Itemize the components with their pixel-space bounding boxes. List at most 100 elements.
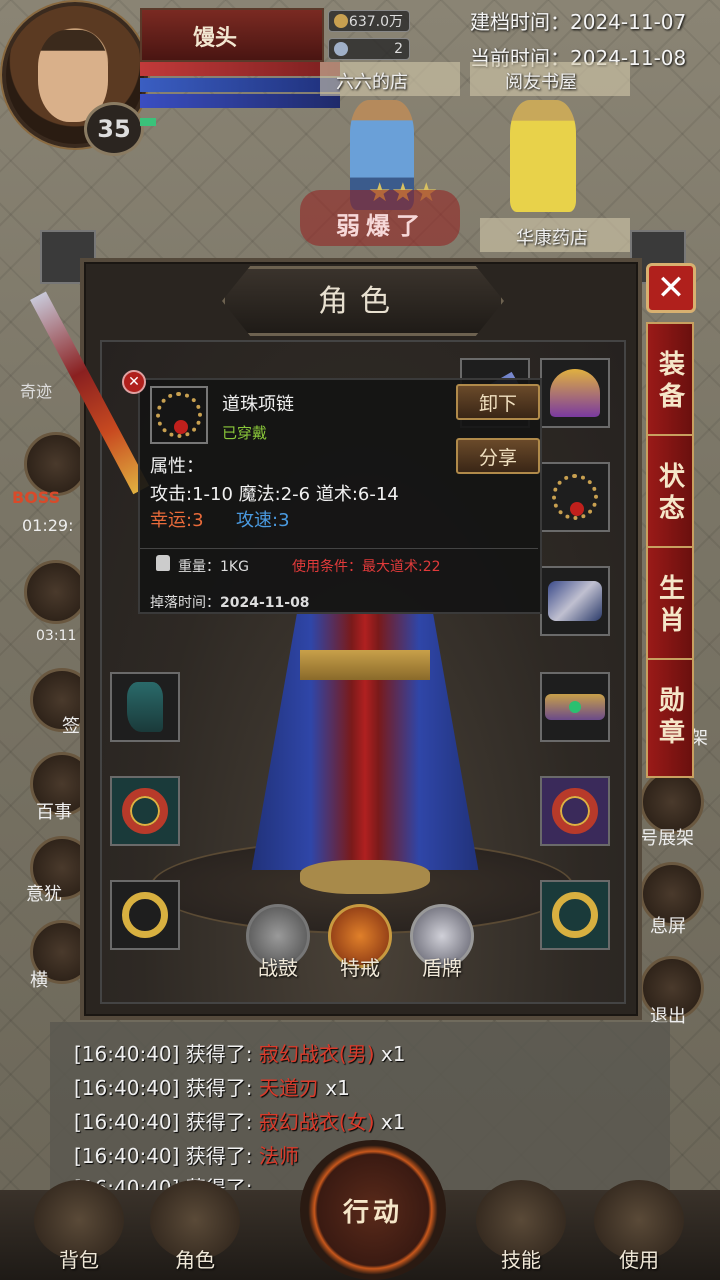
shop1-label: 六六的店 <box>336 72 408 93</box>
extra-label: 意犹 <box>26 884 62 905</box>
display-rack-label: 号展架 <box>640 828 694 849</box>
boss-timer: 01:29: <box>22 516 74 535</box>
slot-necklace[interactable] <box>540 462 610 532</box>
slot-belt[interactable] <box>540 672 610 742</box>
slot-special-ring-left[interactable] <box>110 880 180 950</box>
tab-status[interactable]: 状态 <box>646 434 694 554</box>
shop2-label: 阅友书屋 <box>505 72 577 93</box>
slot-helmet[interactable] <box>540 358 610 428</box>
ring-icon <box>552 788 598 834</box>
belt-icon <box>545 694 605 720</box>
drop-time: 掉落时间：2024-11-08 <box>150 592 310 612</box>
log-line: [16:40:40] 获得了: 寂幻战衣(女) x1 <box>74 1106 405 1135</box>
mp-bar <box>140 78 340 92</box>
tab-zodiac[interactable]: 生肖 <box>646 546 694 666</box>
special-ring-label: 特戒 <box>340 956 380 980</box>
unequip-button[interactable]: 卸下 <box>456 384 540 420</box>
war-drum-label: 战鼓 <box>258 956 298 980</box>
log-line: [16:40:40] 获得了: 天道刃 x1 <box>74 1072 350 1101</box>
npc-yellow[interactable] <box>510 100 576 212</box>
created-label: 建档时间： <box>470 10 570 34</box>
slot-ring-right[interactable] <box>540 776 610 846</box>
attr-header: 属性： <box>150 456 204 477</box>
tooltip-close-icon[interactable]: ✕ <box>122 370 146 394</box>
use-label: 使用 <box>619 1248 659 1272</box>
events-label: 百事 <box>36 802 72 823</box>
ring-icon <box>122 788 168 834</box>
shield-label: 盾牌 <box>422 956 462 980</box>
action-label: 行动 <box>342 1198 403 1228</box>
log-time: [16:40:40] <box>74 1110 180 1134</box>
equipped-status: 已穿戴 <box>222 424 268 442</box>
attr-line: 攻击:1-10 魔法:2-6 道术:6-14 <box>150 484 399 505</box>
drop-value: 2024-11-08 <box>220 595 310 611</box>
log-text: 获得了: <box>179 1110 259 1134</box>
coin-icon <box>334 14 348 28</box>
shop3-label: 华康药店 <box>516 228 588 249</box>
banner-text: 弱爆了 <box>336 212 426 240</box>
ingot-icon <box>334 42 348 56</box>
signin-label: 签 <box>62 716 80 737</box>
log-qty: x1 <box>374 1042 406 1066</box>
log-text: 获得了: <box>179 1144 259 1168</box>
slot-bracelet[interactable] <box>540 566 610 636</box>
panel-title: 角色 <box>318 284 402 319</box>
boots-icon <box>127 682 163 732</box>
slot-boots[interactable] <box>110 672 180 742</box>
necklace-icon <box>552 474 598 520</box>
log-item: 寂幻战衣(女) <box>258 1110 375 1134</box>
log-item: 寂幻战衣(男) <box>258 1042 375 1066</box>
created-value: 2024-11-07 <box>570 10 687 34</box>
log-line: [16:40:40] 获得了: 寂幻战衣(男) x1 <box>74 1038 405 1067</box>
belt-gem <box>569 701 581 713</box>
drop-label: 掉落时间： <box>150 595 220 611</box>
screen-off-label: 息屏 <box>650 916 686 937</box>
log-time: [16:40:40] <box>74 1076 180 1100</box>
slot-special-ring-right[interactable] <box>540 880 610 950</box>
log-time: [16:40:40] <box>74 1042 180 1066</box>
tab-equipment[interactable]: 装备 <box>646 322 694 442</box>
gem-value: 2 <box>394 41 403 57</box>
item-requirement: 使用条件：最大道术:22 <box>292 559 441 575</box>
slot-ring-left[interactable] <box>110 776 180 846</box>
close-button[interactable]: ✕ <box>646 263 696 313</box>
bracelet-icon <box>548 581 602 621</box>
event-timer: 03:11 <box>36 628 77 644</box>
necklace-gem <box>570 502 584 516</box>
player-name: 馒头 <box>192 26 237 51</box>
created-time: 建档时间：2024-11-07 <box>470 6 686 35</box>
log-text: 获得了: <box>179 1042 259 1066</box>
player-level: 35 <box>84 102 144 156</box>
necklace-icon <box>156 392 202 438</box>
gold-value: 637.0万 <box>348 14 403 30</box>
skill-label: 技能 <box>501 1248 541 1272</box>
item-weight: 重量：1KG <box>178 559 249 575</box>
log-qty: x1 <box>318 1076 350 1100</box>
log-line: [16:40:40] 获得了: 法师 <box>74 1140 299 1169</box>
helmet-icon <box>550 369 600 417</box>
character-belt <box>300 650 430 680</box>
gold-ring-icon <box>552 892 598 938</box>
log-text: 获得了: <box>179 1076 259 1100</box>
banner-side-label: 横 <box>30 970 48 991</box>
log-time: [16:40:40] <box>74 1144 180 1168</box>
gold-ring-icon <box>122 892 168 938</box>
log-item: 天道刃 <box>258 1076 319 1100</box>
left-label-miracle: 奇迹 <box>20 382 53 401</box>
attack-speed-stat: 攻速:3 <box>236 510 290 531</box>
log-item: 法师 <box>258 1144 299 1168</box>
tab-medal[interactable]: 勋章 <box>646 658 694 778</box>
exp-bar <box>140 118 156 126</box>
event-icon[interactable] <box>24 560 88 624</box>
item-name: 道珠项链 <box>222 394 294 415</box>
mp-bar-secondary <box>140 94 340 108</box>
role-label: 角色 <box>175 1248 215 1272</box>
share-button[interactable]: 分享 <box>456 438 540 474</box>
weight-icon <box>156 555 170 571</box>
log-qty: x1 <box>374 1110 406 1134</box>
tooltip-divider <box>140 548 538 549</box>
luck-stat: 幸运:3 <box>150 510 204 531</box>
hp-bar <box>140 62 340 76</box>
boss-icon[interactable] <box>24 432 88 496</box>
tooltip-item-icon <box>150 386 208 444</box>
